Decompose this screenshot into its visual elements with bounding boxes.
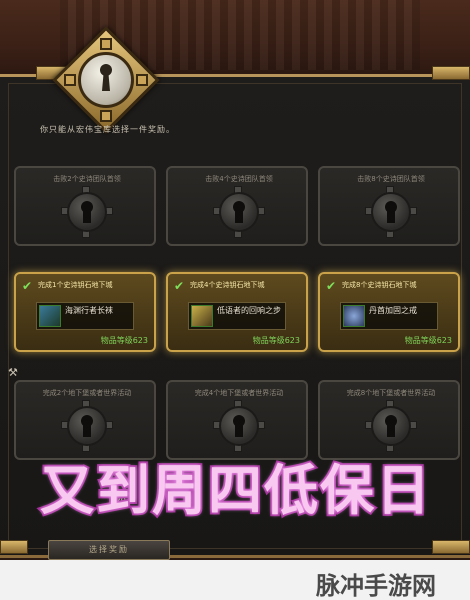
medallion-bolt-right xyxy=(136,74,148,86)
corner-ornament-top-right xyxy=(432,66,470,80)
slot-title: 完成2个地下堡或者世界活动 xyxy=(42,389,132,397)
reward-item[interactable]: 海渊行者长袜 xyxy=(36,302,134,330)
item-icon xyxy=(191,305,213,327)
item-level: 物品等级623 xyxy=(100,336,148,345)
slot-title: 击败2个史诗团队首领 xyxy=(53,175,121,183)
reward-item[interactable]: 丹酋加固之戒 xyxy=(340,302,438,330)
overlay-caption: 又到周四低保日 xyxy=(38,457,432,524)
medallion-bolt-bottom xyxy=(100,110,112,122)
slot-title: 击败4个史诗团队首领 xyxy=(205,175,273,183)
watermark: 脉冲手游网 xyxy=(316,572,436,600)
slot-title: 完成4个史诗钥石地下城 xyxy=(190,281,265,289)
slot-title: 完成4个地下堡或者世界活动 xyxy=(194,389,284,397)
check-icon: ✔ xyxy=(326,279,337,293)
select-reward-button[interactable]: 选择奖励 xyxy=(48,540,170,560)
item-name: 丹酋加固之戒 xyxy=(369,306,417,315)
raid-slot-1[interactable]: 击败2个史诗团队首领 xyxy=(14,166,156,246)
item-level: 物品等级623 xyxy=(252,336,300,345)
reward-item[interactable]: 低语者的回响之步 xyxy=(188,302,286,330)
item-name: 海渊行者长袜 xyxy=(65,306,113,315)
raid-slot-2[interactable]: 击败4个史诗团队首领 xyxy=(166,166,308,246)
vault-instruction: 你只能从宏伟宝库选择一件奖励。 xyxy=(40,125,175,134)
keyhole-lock-icon xyxy=(213,186,265,238)
slot-title: 完成8个地下堡或者世界活动 xyxy=(346,389,436,397)
hammer-icon: ⚒ xyxy=(8,366,18,379)
item-icon xyxy=(343,305,365,327)
medallion-keyhole xyxy=(97,64,115,94)
check-icon: ✔ xyxy=(22,279,33,293)
keyhole-lock-icon xyxy=(365,186,417,238)
medallion-bolt-top xyxy=(100,38,112,50)
keyhole-lock-icon xyxy=(365,400,417,452)
corner-ornament-bottom-left xyxy=(0,540,28,554)
keyhole-lock-icon xyxy=(213,400,265,452)
dungeon-slot-2[interactable]: ✔ 完成4个史诗钥石地下城 低语者的回响之步 物品等级623 xyxy=(166,272,308,352)
slot-title: 击败8个史诗团队首领 xyxy=(357,175,425,183)
slot-title: 完成1个史诗钥石地下城 xyxy=(38,281,113,289)
item-name: 低语者的回响之步 xyxy=(217,306,281,315)
item-icon xyxy=(39,305,61,327)
dungeon-slot-1[interactable]: ✔ 完成1个史诗钥石地下城 海渊行者长袜 物品等级623 xyxy=(14,272,156,352)
keyhole-lock-icon xyxy=(61,400,113,452)
keyhole-lock-icon xyxy=(61,186,113,238)
check-icon: ✔ xyxy=(174,279,185,293)
raid-slot-3[interactable]: 击败8个史诗团队首领 xyxy=(318,166,460,246)
dungeon-slot-3[interactable]: ✔ 完成8个史诗钥石地下城 丹酋加固之戒 物品等级623 xyxy=(318,272,460,352)
corner-ornament-bottom-right xyxy=(432,540,470,554)
item-level: 物品等级623 xyxy=(404,336,452,345)
slot-title: 完成8个史诗钥石地下城 xyxy=(342,281,417,289)
medallion-bolt-left xyxy=(64,74,76,86)
